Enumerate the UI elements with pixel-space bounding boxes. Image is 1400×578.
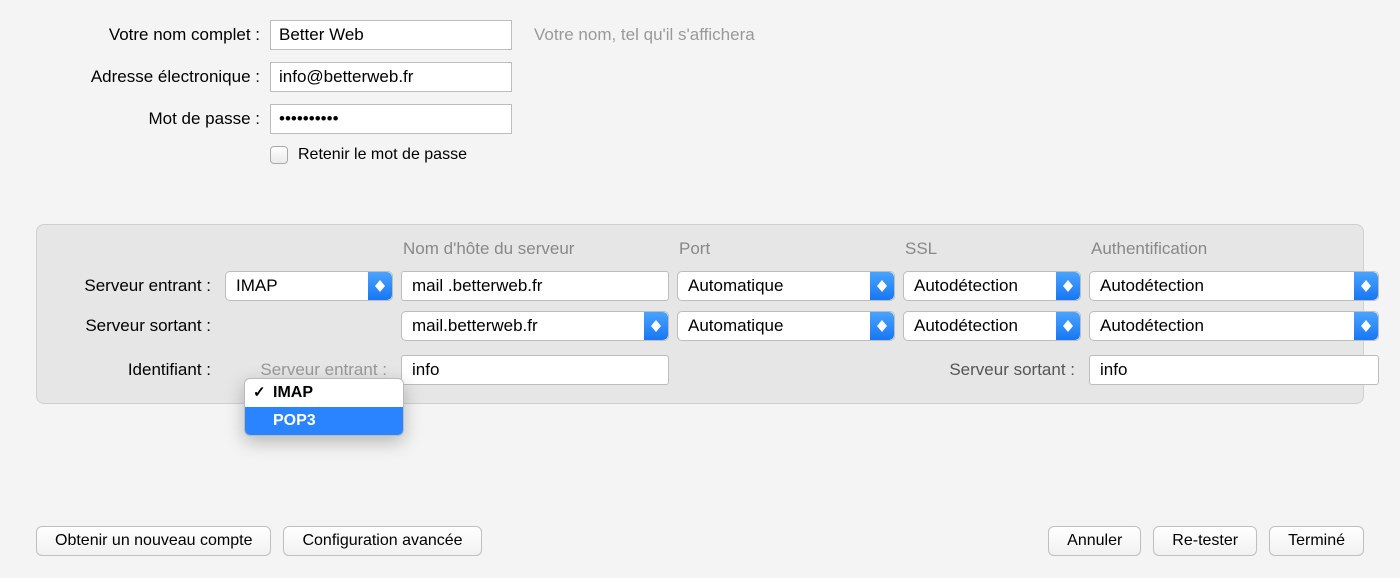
outgoing-server-row: Serveur sortant : mail.betterweb.fr Auto…	[55, 311, 1345, 341]
advanced-config-button[interactable]: Configuration avancée	[283, 526, 481, 556]
incoming-auth-select[interactable]: Autodétection	[1089, 271, 1379, 301]
incoming-protocol-select[interactable]: IMAP	[225, 271, 393, 301]
chevron-updown-icon	[1056, 312, 1080, 340]
done-button[interactable]: Terminé	[1269, 526, 1364, 556]
outgoing-label: Serveur sortant :	[55, 316, 217, 336]
chevron-updown-icon	[1056, 272, 1080, 300]
incoming-ssl-select[interactable]: Autodétection	[903, 271, 1081, 301]
full-name-hint: Votre nom, tel qu'il s'affichera	[534, 25, 755, 45]
incoming-server-row: Serveur entrant : IMAP mail .betterweb.f…	[55, 271, 1345, 301]
remember-password-label: Retenir le mot de passe	[298, 146, 467, 164]
identity-form: Votre nom complet : Votre nom, tel qu'il…	[36, 20, 1364, 164]
email-input[interactable]	[270, 62, 512, 92]
header-ssl: SSL	[903, 239, 1081, 259]
header-port: Port	[677, 239, 895, 259]
email-label: Adresse électronique :	[36, 67, 270, 87]
protocol-option-pop3[interactable]: POP3	[245, 407, 403, 435]
server-panel: Nom d'hôte du serveur Port SSL Authentif…	[36, 224, 1364, 404]
full-name-input[interactable]	[270, 20, 512, 50]
outgoing-hostname-select[interactable]: mail.betterweb.fr	[401, 311, 669, 341]
retest-button[interactable]: Re-tester	[1153, 526, 1257, 556]
remember-password-checkbox[interactable]	[270, 146, 288, 164]
outgoing-ssl-select[interactable]: Autodétection	[903, 311, 1081, 341]
header-hostname: Nom d'hôte du serveur	[401, 239, 669, 259]
incoming-hostname-input[interactable]: mail .betterweb.fr	[401, 271, 669, 301]
chevron-updown-icon	[644, 312, 668, 340]
chevron-updown-icon	[1354, 312, 1378, 340]
identity-incoming-label: Serveur entrant :	[225, 360, 393, 380]
footer-bar: Obtenir un nouveau compte Configuration …	[36, 526, 1364, 556]
protocol-option-imap[interactable]: IMAP	[245, 379, 403, 407]
outgoing-port-select[interactable]: Automatique	[677, 311, 895, 341]
identity-incoming-input[interactable]: info	[401, 355, 669, 385]
chevron-updown-icon	[870, 312, 894, 340]
identity-outgoing-input[interactable]: info	[1089, 355, 1379, 385]
chevron-updown-icon	[870, 272, 894, 300]
protocol-dropdown-popup[interactable]: IMAP POP3	[244, 378, 404, 436]
header-auth: Authentification	[1089, 239, 1379, 259]
chevron-updown-icon	[1354, 272, 1378, 300]
full-name-label: Votre nom complet :	[36, 25, 270, 45]
identifier-label: Identifiant :	[55, 360, 217, 380]
outgoing-auth-select[interactable]: Autodétection	[1089, 311, 1379, 341]
incoming-protocol-value: IMAP	[236, 276, 278, 296]
cancel-button[interactable]: Annuler	[1048, 526, 1141, 556]
new-account-button[interactable]: Obtenir un nouveau compte	[36, 526, 271, 556]
password-input[interactable]	[270, 104, 512, 134]
incoming-label: Serveur entrant :	[55, 276, 217, 296]
incoming-port-select[interactable]: Automatique	[677, 271, 895, 301]
password-label: Mot de passe :	[36, 109, 270, 129]
chevron-updown-icon	[368, 272, 392, 300]
identity-outgoing-label: Serveur sortant :	[903, 360, 1081, 380]
